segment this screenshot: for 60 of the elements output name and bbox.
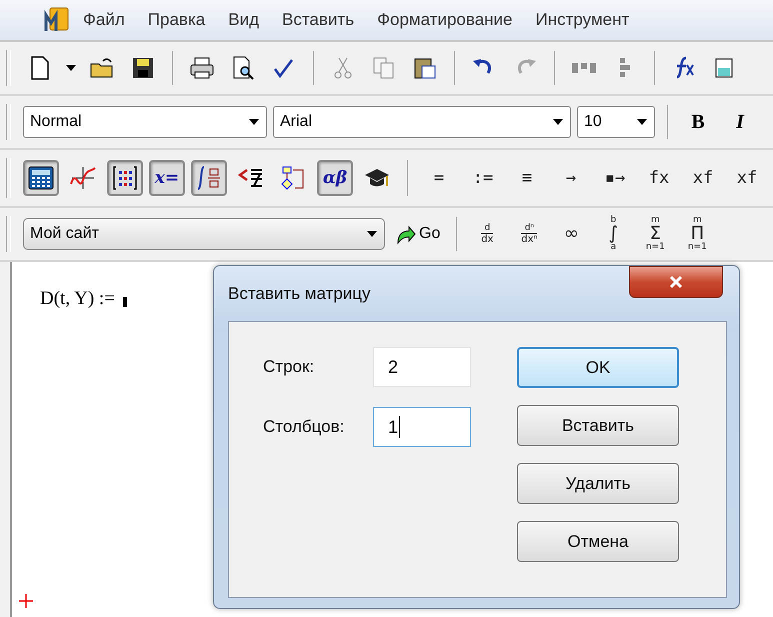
palette-button[interactable]: b ∫ a	[595, 216, 632, 252]
caret-icon	[552, 118, 564, 126]
dialog-title: Вставить матрицу	[228, 284, 371, 304]
palette-button[interactable]: d dx	[469, 224, 506, 244]
operator-button[interactable]: ▪→	[596, 168, 634, 188]
matrix-icon	[111, 164, 139, 192]
matrix-button[interactable]	[107, 160, 143, 196]
go-link[interactable]: Go	[419, 225, 440, 243]
menu-item[interactable]: Вид	[219, 10, 273, 30]
greek-button[interactable]: αβ	[317, 160, 353, 196]
font-size-dropdown[interactable]: 10	[577, 106, 655, 138]
caret-icon	[65, 64, 77, 72]
caret-icon	[636, 118, 648, 126]
operator-button[interactable]: fx	[640, 168, 678, 188]
align-across-icon	[572, 63, 596, 73]
field-label: Столбцов:	[263, 417, 346, 437]
operator-button[interactable]: :=	[464, 168, 502, 188]
close-button[interactable]	[629, 266, 723, 298]
math-expression: D(t, Y) :=	[40, 288, 115, 310]
dialog-button[interactable]: Удалить	[517, 463, 679, 504]
calculus-button[interactable]	[191, 160, 227, 196]
dialog-button[interactable]: Вставить	[517, 405, 679, 446]
style-dropdown[interactable]: Normal	[23, 106, 267, 138]
integral-icon	[195, 164, 223, 192]
printer-icon	[189, 55, 215, 81]
palette-button[interactable]: m Σ n=1	[637, 216, 674, 252]
menu-item[interactable]: Инструмент	[526, 10, 644, 30]
worksheet[interactable]: D(t, Y) := Вставить матрицу Строк: 2 Столбцов: 1 OK Вставить Удалить Отмена	[10, 262, 773, 617]
field-label: Строк:	[263, 357, 316, 377]
caret-icon	[248, 118, 260, 126]
menu-item[interactable]: Правка	[138, 10, 220, 30]
arrow-icon[interactable]	[395, 223, 417, 245]
input-field[interactable]: 2	[373, 347, 471, 387]
dialog-button[interactable]: OK	[517, 347, 679, 388]
italic-button[interactable]: I	[722, 110, 758, 134]
font-dropdown[interactable]: Arial	[273, 106, 571, 138]
bold-button[interactable]: B	[680, 110, 716, 134]
palette-button[interactable]: m Π n=1	[679, 216, 716, 252]
caret-icon	[366, 230, 378, 238]
site-dropdown[interactable]: Мой сайт	[23, 218, 385, 250]
app-logo-icon[interactable]	[44, 7, 70, 33]
close-icon	[668, 275, 684, 289]
menu-item[interactable]: Вставить	[273, 10, 368, 30]
calculator-button[interactable]	[23, 160, 59, 196]
operator-button[interactable]: =	[420, 168, 458, 188]
dialog-button[interactable]: Отмена	[517, 521, 679, 562]
operator-button[interactable]: ≡	[508, 168, 546, 188]
evaluation-button[interactable]: x=	[149, 160, 185, 196]
menu-item[interactable]: Форматирование	[368, 10, 526, 30]
palette-button[interactable]: ∞	[553, 225, 590, 243]
crosshair-icon	[18, 593, 34, 609]
menu-item[interactable]: Файл	[74, 10, 139, 30]
operator-button[interactable]: xf	[728, 168, 766, 188]
placeholder-marker	[122, 297, 127, 307]
operator-button[interactable]: →	[552, 168, 590, 188]
graph-icon	[69, 164, 97, 192]
palette-button[interactable]: dⁿ dxⁿ	[511, 224, 548, 244]
calculator-icon	[27, 164, 55, 192]
input-field[interactable]: 1	[373, 407, 471, 447]
operator-button[interactable]: xf	[684, 168, 722, 188]
